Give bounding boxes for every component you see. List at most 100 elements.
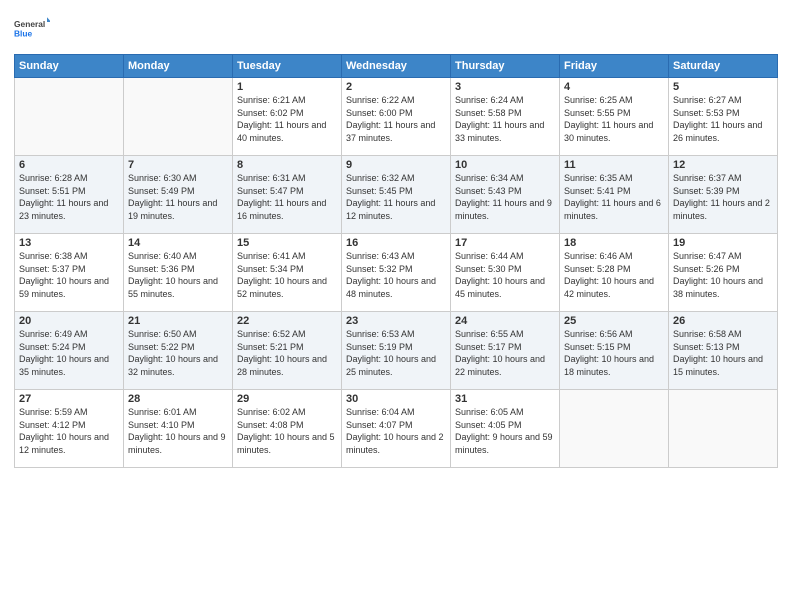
- cell-info: Sunrise: 6:52 AM Sunset: 5:21 PM Dayligh…: [237, 328, 337, 378]
- day-number: 15: [237, 237, 337, 249]
- day-number: 10: [455, 159, 555, 171]
- cell-info: Sunrise: 6:41 AM Sunset: 5:34 PM Dayligh…: [237, 250, 337, 300]
- week-row-3: 13Sunrise: 6:38 AM Sunset: 5:37 PM Dayli…: [15, 234, 778, 312]
- week-row-4: 20Sunrise: 6:49 AM Sunset: 5:24 PM Dayli…: [15, 312, 778, 390]
- calendar-cell: 8Sunrise: 6:31 AM Sunset: 5:47 PM Daylig…: [233, 156, 342, 234]
- cell-info: Sunrise: 6:43 AM Sunset: 5:32 PM Dayligh…: [346, 250, 446, 300]
- day-number: 25: [564, 315, 664, 327]
- svg-text:Blue: Blue: [14, 28, 33, 38]
- cell-info: Sunrise: 6:05 AM Sunset: 4:05 PM Dayligh…: [455, 406, 555, 456]
- cell-info: Sunrise: 6:44 AM Sunset: 5:30 PM Dayligh…: [455, 250, 555, 300]
- col-header-saturday: Saturday: [669, 55, 778, 78]
- day-number: 13: [19, 237, 119, 249]
- day-number: 30: [346, 393, 446, 405]
- cell-info: Sunrise: 6:32 AM Sunset: 5:45 PM Dayligh…: [346, 172, 446, 222]
- calendar-cell: 14Sunrise: 6:40 AM Sunset: 5:36 PM Dayli…: [124, 234, 233, 312]
- calendar-cell: 1Sunrise: 6:21 AM Sunset: 6:02 PM Daylig…: [233, 78, 342, 156]
- calendar-cell: 30Sunrise: 6:04 AM Sunset: 4:07 PM Dayli…: [342, 390, 451, 468]
- day-number: 27: [19, 393, 119, 405]
- calendar-cell: 26Sunrise: 6:58 AM Sunset: 5:13 PM Dayli…: [669, 312, 778, 390]
- cell-info: Sunrise: 6:38 AM Sunset: 5:37 PM Dayligh…: [19, 250, 119, 300]
- calendar-cell: 18Sunrise: 6:46 AM Sunset: 5:28 PM Dayli…: [560, 234, 669, 312]
- day-number: 3: [455, 81, 555, 93]
- cell-info: Sunrise: 6:24 AM Sunset: 5:58 PM Dayligh…: [455, 94, 555, 144]
- calendar-cell: 12Sunrise: 6:37 AM Sunset: 5:39 PM Dayli…: [669, 156, 778, 234]
- calendar-cell: [124, 78, 233, 156]
- calendar-cell: 24Sunrise: 6:55 AM Sunset: 5:17 PM Dayli…: [451, 312, 560, 390]
- cell-info: Sunrise: 6:21 AM Sunset: 6:02 PM Dayligh…: [237, 94, 337, 144]
- logo-svg: General Blue: [14, 10, 50, 46]
- day-number: 20: [19, 315, 119, 327]
- cell-info: Sunrise: 6:55 AM Sunset: 5:17 PM Dayligh…: [455, 328, 555, 378]
- calendar-cell: 22Sunrise: 6:52 AM Sunset: 5:21 PM Dayli…: [233, 312, 342, 390]
- day-number: 5: [673, 81, 773, 93]
- calendar-cell: 23Sunrise: 6:53 AM Sunset: 5:19 PM Dayli…: [342, 312, 451, 390]
- day-number: 12: [673, 159, 773, 171]
- day-number: 29: [237, 393, 337, 405]
- cell-info: Sunrise: 6:58 AM Sunset: 5:13 PM Dayligh…: [673, 328, 773, 378]
- calendar-cell: [560, 390, 669, 468]
- calendar-table: SundayMondayTuesdayWednesdayThursdayFrid…: [14, 54, 778, 468]
- day-number: 28: [128, 393, 228, 405]
- day-number: 7: [128, 159, 228, 171]
- calendar-cell: 3Sunrise: 6:24 AM Sunset: 5:58 PM Daylig…: [451, 78, 560, 156]
- day-number: 16: [346, 237, 446, 249]
- cell-info: Sunrise: 6:30 AM Sunset: 5:49 PM Dayligh…: [128, 172, 228, 222]
- week-row-1: 1Sunrise: 6:21 AM Sunset: 6:02 PM Daylig…: [15, 78, 778, 156]
- col-header-thursday: Thursday: [451, 55, 560, 78]
- page: General Blue SundayMondayTuesdayWednesda…: [0, 0, 792, 612]
- calendar-cell: 25Sunrise: 6:56 AM Sunset: 5:15 PM Dayli…: [560, 312, 669, 390]
- day-number: 6: [19, 159, 119, 171]
- day-number: 26: [673, 315, 773, 327]
- cell-info: Sunrise: 6:46 AM Sunset: 5:28 PM Dayligh…: [564, 250, 664, 300]
- day-number: 21: [128, 315, 228, 327]
- calendar-cell: [669, 390, 778, 468]
- cell-info: Sunrise: 6:37 AM Sunset: 5:39 PM Dayligh…: [673, 172, 773, 222]
- cell-info: Sunrise: 6:34 AM Sunset: 5:43 PM Dayligh…: [455, 172, 555, 222]
- cell-info: Sunrise: 6:31 AM Sunset: 5:47 PM Dayligh…: [237, 172, 337, 222]
- header: General Blue: [14, 10, 778, 46]
- col-header-tuesday: Tuesday: [233, 55, 342, 78]
- day-number: 9: [346, 159, 446, 171]
- calendar-cell: 2Sunrise: 6:22 AM Sunset: 6:00 PM Daylig…: [342, 78, 451, 156]
- header-row: SundayMondayTuesdayWednesdayThursdayFrid…: [15, 55, 778, 78]
- week-row-5: 27Sunrise: 5:59 AM Sunset: 4:12 PM Dayli…: [15, 390, 778, 468]
- calendar-cell: 4Sunrise: 6:25 AM Sunset: 5:55 PM Daylig…: [560, 78, 669, 156]
- calendar-cell: 29Sunrise: 6:02 AM Sunset: 4:08 PM Dayli…: [233, 390, 342, 468]
- calendar-cell: 15Sunrise: 6:41 AM Sunset: 5:34 PM Dayli…: [233, 234, 342, 312]
- calendar-cell: 9Sunrise: 6:32 AM Sunset: 5:45 PM Daylig…: [342, 156, 451, 234]
- day-number: 24: [455, 315, 555, 327]
- calendar-cell: 21Sunrise: 6:50 AM Sunset: 5:22 PM Dayli…: [124, 312, 233, 390]
- day-number: 2: [346, 81, 446, 93]
- calendar-cell: 28Sunrise: 6:01 AM Sunset: 4:10 PM Dayli…: [124, 390, 233, 468]
- day-number: 22: [237, 315, 337, 327]
- col-header-wednesday: Wednesday: [342, 55, 451, 78]
- day-number: 1: [237, 81, 337, 93]
- cell-info: Sunrise: 6:25 AM Sunset: 5:55 PM Dayligh…: [564, 94, 664, 144]
- cell-info: Sunrise: 6:04 AM Sunset: 4:07 PM Dayligh…: [346, 406, 446, 456]
- cell-info: Sunrise: 6:49 AM Sunset: 5:24 PM Dayligh…: [19, 328, 119, 378]
- day-number: 31: [455, 393, 555, 405]
- col-header-sunday: Sunday: [15, 55, 124, 78]
- cell-info: Sunrise: 6:47 AM Sunset: 5:26 PM Dayligh…: [673, 250, 773, 300]
- calendar-cell: 7Sunrise: 6:30 AM Sunset: 5:49 PM Daylig…: [124, 156, 233, 234]
- calendar-cell: [15, 78, 124, 156]
- cell-info: Sunrise: 6:22 AM Sunset: 6:00 PM Dayligh…: [346, 94, 446, 144]
- day-number: 8: [237, 159, 337, 171]
- day-number: 18: [564, 237, 664, 249]
- svg-text:General: General: [14, 19, 45, 29]
- calendar-cell: 6Sunrise: 6:28 AM Sunset: 5:51 PM Daylig…: [15, 156, 124, 234]
- calendar-cell: 27Sunrise: 5:59 AM Sunset: 4:12 PM Dayli…: [15, 390, 124, 468]
- col-header-friday: Friday: [560, 55, 669, 78]
- cell-info: Sunrise: 6:27 AM Sunset: 5:53 PM Dayligh…: [673, 94, 773, 144]
- day-number: 11: [564, 159, 664, 171]
- col-header-monday: Monday: [124, 55, 233, 78]
- cell-info: Sunrise: 6:50 AM Sunset: 5:22 PM Dayligh…: [128, 328, 228, 378]
- cell-info: Sunrise: 6:40 AM Sunset: 5:36 PM Dayligh…: [128, 250, 228, 300]
- cell-info: Sunrise: 6:35 AM Sunset: 5:41 PM Dayligh…: [564, 172, 664, 222]
- cell-info: Sunrise: 5:59 AM Sunset: 4:12 PM Dayligh…: [19, 406, 119, 456]
- day-number: 14: [128, 237, 228, 249]
- calendar-cell: 19Sunrise: 6:47 AM Sunset: 5:26 PM Dayli…: [669, 234, 778, 312]
- calendar-cell: 10Sunrise: 6:34 AM Sunset: 5:43 PM Dayli…: [451, 156, 560, 234]
- logo: General Blue: [14, 10, 50, 46]
